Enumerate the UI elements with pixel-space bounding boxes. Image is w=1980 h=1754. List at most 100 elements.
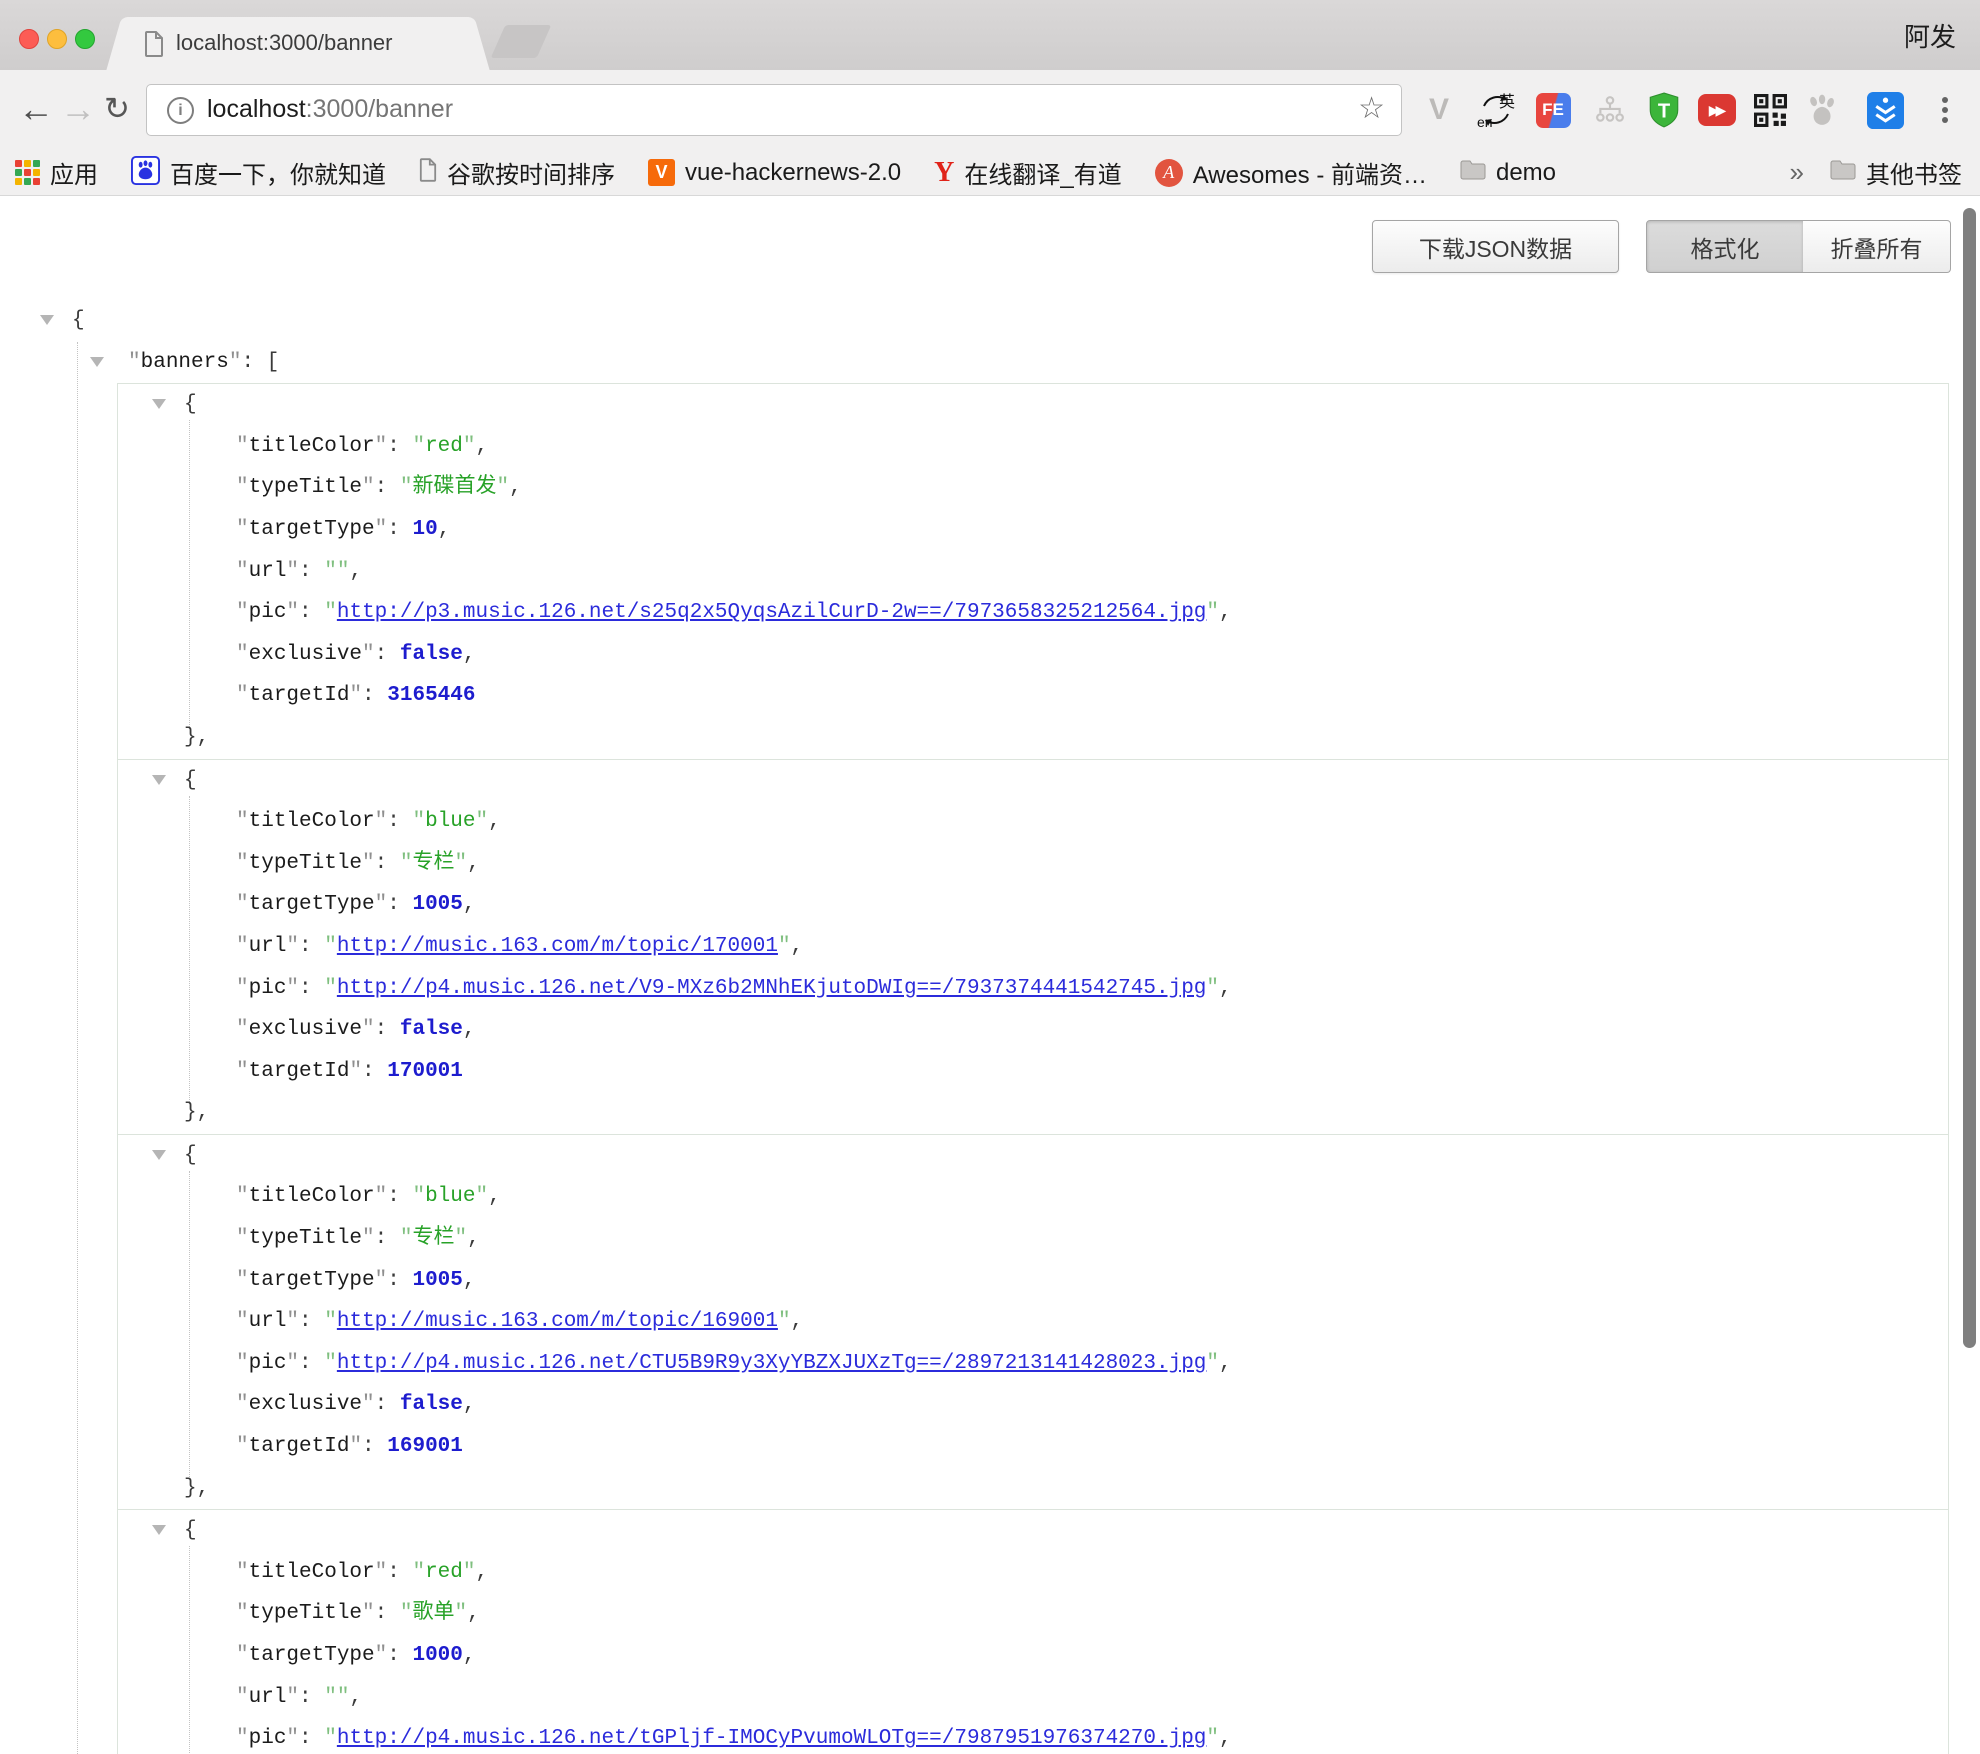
json-key: exclusive [249, 1018, 362, 1041]
key-quote: " [236, 1227, 249, 1250]
colon-token: : [299, 935, 324, 958]
window-close-button[interactable] [19, 29, 39, 49]
json-array-item: {"titleColor": "blue","typeTitle": "专栏",… [117, 759, 1949, 1135]
key-quote: " [286, 560, 299, 583]
new-tab-button[interactable] [491, 25, 552, 58]
json-link-value[interactable]: http://p4.music.126.net/tGPljf-IMOCyPvum… [337, 1727, 1207, 1750]
key-quote: " [362, 852, 375, 875]
key-quote: " [236, 1310, 249, 1333]
key-quote: " [362, 476, 375, 499]
string-quote: " [454, 1227, 467, 1250]
string-quote: " [778, 935, 791, 958]
bookmark-youdao[interactable]: Y 在线翻译_有道 [934, 155, 1122, 190]
collapse-toggle-icon[interactable] [152, 775, 166, 785]
translate-icon[interactable]: 英 en [1477, 91, 1515, 129]
json-key: typeTitle [249, 852, 362, 875]
vue-devtools-icon[interactable]: V [1420, 91, 1458, 129]
colon-token: : [299, 1310, 324, 1333]
json-link-value[interactable]: http://music.163.com/m/topic/169001 [337, 1310, 778, 1333]
reload-icon[interactable]: ↻ [104, 87, 130, 131]
browser-tab[interactable]: localhost:3000/banner × [130, 17, 466, 70]
brace-token: { [184, 769, 197, 792]
key-quote: " [236, 1018, 249, 1041]
page-info-icon[interactable]: i [167, 97, 194, 124]
colon-token: : [375, 1393, 400, 1416]
bracket-token: [ [267, 351, 280, 374]
bookmark-vue-hackernews[interactable]: V vue-hackernews-2.0 [648, 159, 901, 187]
comma-token: , [791, 935, 804, 958]
sitemap-icon[interactable] [1591, 91, 1629, 129]
key-quote: " [362, 643, 375, 666]
collapse-toggle-icon[interactable] [90, 357, 104, 367]
json-string-value: blue [425, 810, 475, 833]
bookmark-awesomes[interactable]: A Awesomes - 前端资… [1155, 155, 1427, 190]
json-link-value[interactable]: http://p4.music.126.net/V9-MXz6b2MNhEKju… [337, 977, 1207, 1000]
colon-token: : [299, 1686, 324, 1709]
fe-extension-icon[interactable]: FE [1534, 91, 1572, 129]
bookmark-star-icon[interactable]: ☆ [1358, 91, 1385, 126]
collapse-all-button[interactable]: 折叠所有 [1803, 220, 1951, 273]
window-minimize-button[interactable] [47, 29, 67, 49]
string-quote: " [1206, 601, 1219, 624]
comma-token: , [463, 893, 476, 916]
comma-token: , [467, 852, 480, 875]
tab-close-icon[interactable]: × [452, 28, 468, 55]
json-string-value: 专栏 [412, 852, 454, 875]
colon-token: : [387, 1644, 412, 1667]
chrome-menu-icon[interactable] [1926, 91, 1964, 129]
format-button[interactable]: 格式化 [1646, 220, 1804, 273]
json-object-close-line: }, [118, 1468, 1948, 1510]
comma-token: , [467, 1602, 480, 1625]
bookmark-apps[interactable]: 应用 [15, 155, 98, 190]
json-link-value[interactable]: http://music.163.com/m/topic/170001 [337, 935, 778, 958]
bookmark-baidu[interactable]: 百度一下，你就知道 [131, 155, 386, 190]
key-quote: " [236, 1602, 249, 1625]
key-quote: " [236, 435, 249, 458]
collapse-toggle-icon[interactable] [152, 1150, 166, 1160]
download-json-button[interactable]: 下载JSON数据 [1372, 220, 1619, 273]
profile-name[interactable]: 阿发 [1904, 17, 1956, 54]
string-quote: " [476, 810, 489, 833]
string-quote: " [400, 476, 413, 499]
bookmark-google-sort[interactable]: 谷歌按时间排序 [419, 155, 615, 190]
collapse-toggle-icon[interactable] [152, 399, 166, 409]
json-banners-key-line: "banners": [ [0, 342, 1980, 384]
json-key: targetType [249, 1269, 375, 1292]
json-key: titleColor [249, 810, 375, 833]
string-quote: " [496, 476, 509, 499]
colon-token: : [299, 1352, 324, 1375]
key-quote: " [362, 1227, 375, 1250]
vue-v-icon: V [648, 159, 675, 186]
bookmark-demo-folder[interactable]: demo [1460, 159, 1556, 187]
json-property-targetType: "targetType": 1005, [118, 1260, 1948, 1302]
comma-token: , [463, 1393, 476, 1416]
url-text[interactable]: localhost:3000/banner [207, 95, 453, 124]
back-icon[interactable]: ← [18, 87, 54, 131]
comma-token: , [463, 1644, 476, 1667]
address-bar[interactable]: i localhost:3000/banner ☆ [146, 84, 1402, 136]
window-maximize-button[interactable] [75, 29, 95, 49]
json-key: exclusive [249, 1393, 362, 1416]
tampermonkey-shield-icon[interactable]: T [1645, 91, 1683, 129]
downloader-icon[interactable] [1866, 91, 1904, 129]
collapse-toggle-icon[interactable] [152, 1525, 166, 1535]
json-link-value[interactable]: http://p4.music.126.net/CTU5B9R9y3XyYBZX… [337, 1352, 1207, 1375]
json-link-value[interactable]: http://p3.music.126.net/s25q2x5QyqsAzilC… [337, 601, 1207, 624]
qrcode-icon[interactable] [1751, 91, 1789, 129]
key-quote: " [236, 1561, 249, 1584]
collapse-toggle-icon[interactable] [40, 315, 54, 325]
paw-icon[interactable] [1802, 91, 1840, 129]
other-bookmarks-folder[interactable]: 其他书签 [1830, 155, 1962, 190]
string-quote: " [400, 1602, 413, 1625]
colon-token: : [387, 1269, 412, 1292]
key-quote: " [286, 1352, 299, 1375]
json-number-value: 170001 [387, 1060, 463, 1083]
string-quote: " [463, 1561, 476, 1584]
bookmarks-overflow-chevron[interactable]: » [1790, 157, 1804, 188]
json-property-targetId: "targetId": 169001 [118, 1426, 1948, 1468]
colon-token: : [387, 1185, 412, 1208]
json-string-value: 专栏 [412, 1227, 454, 1250]
scrollbar-thumb[interactable] [1963, 208, 1976, 1348]
json-array-item: {"titleColor": "blue","typeTitle": "专栏",… [117, 1134, 1949, 1510]
video-speed-icon[interactable]: ▶▶ [1698, 91, 1736, 129]
